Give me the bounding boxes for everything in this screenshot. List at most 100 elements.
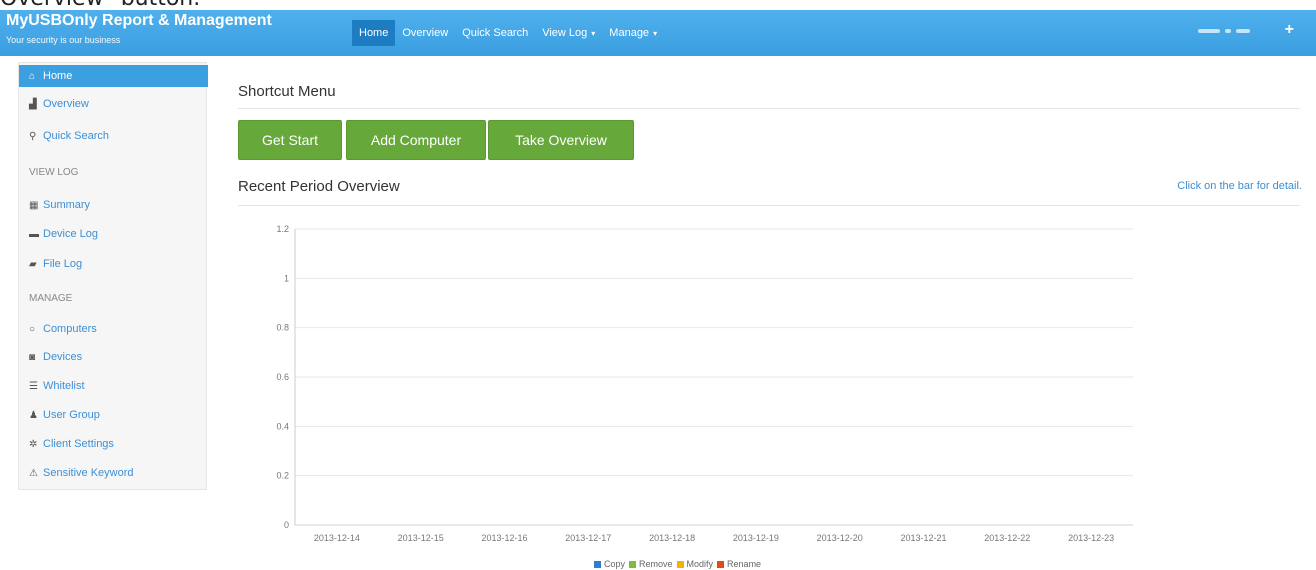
caret-down-icon: ▾: [653, 28, 658, 38]
y-tick-label: 0: [284, 520, 289, 530]
overview-bar-chart[interactable]: 0 0.2 0.4 0.6 0.8 1 1.2 2013-12-14 2013-12-15 201…: [240, 212, 1150, 557]
divider: [238, 108, 1300, 109]
shortcut-menu-title: Shortcut Menu: [238, 83, 336, 100]
add-computer-button[interactable]: Add Computer: [346, 120, 486, 160]
sidebar-item-label: Overview: [43, 98, 89, 110]
sidebar-item-label: User Group: [43, 409, 100, 421]
blurred-username: [1236, 29, 1250, 33]
legend-label: Remove: [639, 559, 673, 569]
sidebar-item-label: Device Log: [43, 228, 99, 240]
legend-item-rename[interactable]: Rename: [717, 559, 761, 569]
y-tick-label: 0.2: [276, 471, 289, 481]
y-tick-label: 1: [284, 273, 289, 283]
sidebar-item-label: Devices: [43, 351, 83, 363]
nav-manage-label: Manage: [609, 27, 650, 39]
y-tick-label: 0.4: [276, 421, 289, 431]
x-tick-label: 2013-12-23: [1068, 533, 1114, 543]
sidebar-item-label: File Log: [43, 258, 83, 270]
sidebar: ⌂ Home ▟ Overview ⚲ Quick Search VIEW LOG ▦…: [18, 62, 208, 490]
legend-swatch: [629, 560, 637, 568]
sidebar-item-user-group[interactable]: ♟ User Group: [19, 404, 208, 426]
user-icon: ♟: [29, 409, 38, 421]
x-tick-label: 2013-12-17: [565, 533, 611, 543]
sidebar-item-sensitive-keyword[interactable]: ⚠ Sensitive Keyword: [19, 462, 208, 484]
sidebar-item-label: Summary: [43, 199, 91, 211]
nav-home[interactable]: Home: [352, 20, 396, 46]
legend-swatch: [594, 560, 601, 568]
legend-item-copy[interactable]: Copy: [594, 559, 625, 569]
sidebar-item-overview[interactable]: ▟ Overview: [19, 93, 208, 115]
sidebar-item-computers[interactable]: ○ Computers: [19, 318, 208, 340]
nav-view-log-label: View Log: [542, 27, 588, 39]
sidebar-item-label: Quick Search: [43, 130, 110, 142]
legend-label: Rename: [727, 559, 762, 569]
take-overview-button[interactable]: Take Overview: [488, 120, 634, 160]
x-tick-label: 2013-12-14: [314, 533, 360, 543]
main-nav: Home Overview Quick Search View Log ▾ Man…: [352, 20, 664, 46]
grid-icon: ▦: [29, 199, 39, 211]
x-tick-label: 2013-12-19: [733, 533, 779, 543]
nav-manage-dropdown[interactable]: Manage ▾: [602, 20, 664, 46]
x-tick-label: 2013-12-21: [900, 533, 946, 543]
caret-down-icon: ▾: [591, 28, 596, 38]
detail-hint-link[interactable]: Click on the bar for detail.: [1177, 180, 1302, 192]
nav-view-log-dropdown[interactable]: View Log ▾: [535, 20, 602, 46]
sidebar-item-home[interactable]: ⌂ Home: [19, 65, 208, 87]
sidebar-item-label: Sensitive Keyword: [43, 467, 134, 479]
nav-quick-search-label: Quick Search: [462, 27, 529, 39]
nav-home-label: Home: [359, 27, 389, 39]
sidebar-item-label: Client Settings: [43, 438, 114, 450]
sidebar-header-view-log: VIEW LOG: [29, 167, 79, 178]
top-navbar: MyUSBOnly Report & Management Your secur…: [0, 10, 1316, 56]
caption-text: Overview" button.: [0, 0, 200, 10]
legend-item-modify[interactable]: Modify: [676, 559, 714, 569]
warning-icon: ⚠: [29, 467, 38, 479]
legend-label: Modify: [686, 559, 714, 569]
camera-icon: ◙: [29, 351, 36, 363]
brand-subtitle: Your security is our business: [6, 35, 121, 45]
legend-swatch: [717, 560, 725, 568]
bar-chart-icon: ▟: [29, 98, 37, 110]
user-menu[interactable]: [1198, 26, 1256, 36]
plus-icon[interactable]: +: [1285, 21, 1294, 39]
sidebar-item-file-log[interactable]: ▰ File Log: [19, 253, 208, 275]
legend-swatch: [676, 560, 684, 568]
blurred-username: [1225, 29, 1231, 33]
sidebar-item-label: Computers: [43, 323, 97, 335]
folder-icon: ▰: [29, 258, 37, 270]
nav-overview-label: Overview: [402, 27, 449, 39]
sidebar-item-device-log[interactable]: ▬ Device Log: [19, 223, 208, 245]
y-tick-label: 0.6: [276, 372, 289, 382]
sidebar-item-devices[interactable]: ◙ Devices: [19, 346, 208, 368]
sidebar-item-whitelist[interactable]: ☰ Whitelist: [19, 375, 208, 397]
nav-overview[interactable]: Overview: [395, 20, 455, 46]
home-icon: ⌂: [29, 70, 36, 82]
sidebar-item-label: Whitelist: [43, 380, 85, 392]
x-tick-label: 2013-12-18: [649, 533, 695, 543]
get-start-button[interactable]: Get Start: [238, 120, 342, 160]
x-tick-label: 2013-12-16: [481, 533, 527, 543]
nav-quick-search[interactable]: Quick Search: [455, 20, 535, 46]
search-icon: ⚲: [29, 130, 37, 142]
sidebar-header-manage: MANAGE: [29, 293, 73, 304]
sidebar-item-client-settings[interactable]: ✲ Client Settings: [19, 433, 208, 455]
divider: [238, 205, 1300, 206]
x-tick-label: 2013-12-15: [398, 533, 444, 543]
x-tick-label: 2013-12-20: [817, 533, 863, 543]
y-tick-label: 0.8: [276, 323, 289, 333]
chart-legend: Copy Remove Modify Rename: [594, 558, 761, 570]
x-tick-label: 2013-12-22: [984, 533, 1030, 543]
list-icon: ☰: [29, 380, 38, 392]
sidebar-item-quick-search[interactable]: ⚲ Quick Search: [19, 125, 208, 147]
sidebar-item-summary[interactable]: ▦ Summary: [19, 194, 208, 216]
brand-title[interactable]: MyUSBOnly Report & Management: [6, 12, 272, 30]
recent-period-overview-title: Recent Period Overview: [238, 178, 400, 195]
hdd-icon: ▬: [29, 228, 39, 240]
circle-icon: ○: [29, 323, 36, 335]
legend-item-remove[interactable]: Remove: [629, 559, 673, 569]
sidebar-item-label: Home: [43, 70, 73, 82]
y-tick-label: 1.2: [276, 224, 289, 234]
caption-strip: Overview" button.: [0, 0, 1316, 10]
legend-label: Copy: [604, 559, 626, 569]
gear-icon: ✲: [29, 438, 38, 450]
